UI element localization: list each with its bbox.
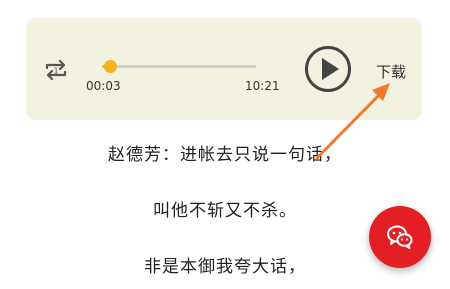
wechat-share-button[interactable] bbox=[369, 206, 431, 268]
total-time: 10:21 bbox=[245, 79, 280, 93]
wechat-icon bbox=[387, 225, 413, 249]
lyric-line: 赵德芳：进帐去只说一句话， bbox=[108, 145, 342, 165]
repeat-one-icon[interactable]: 1 bbox=[42, 56, 70, 84]
download-button[interactable]: 下载 bbox=[376, 61, 406, 82]
progress-knob[interactable] bbox=[103, 60, 117, 73]
progress-slider[interactable] bbox=[102, 60, 256, 73]
svg-text:1: 1 bbox=[53, 67, 58, 76]
audio-player: 1 00:03 10:21 下载 bbox=[26, 18, 422, 120]
play-button[interactable] bbox=[303, 44, 353, 94]
play-icon bbox=[305, 46, 351, 92]
current-time: 00:03 bbox=[86, 79, 121, 93]
